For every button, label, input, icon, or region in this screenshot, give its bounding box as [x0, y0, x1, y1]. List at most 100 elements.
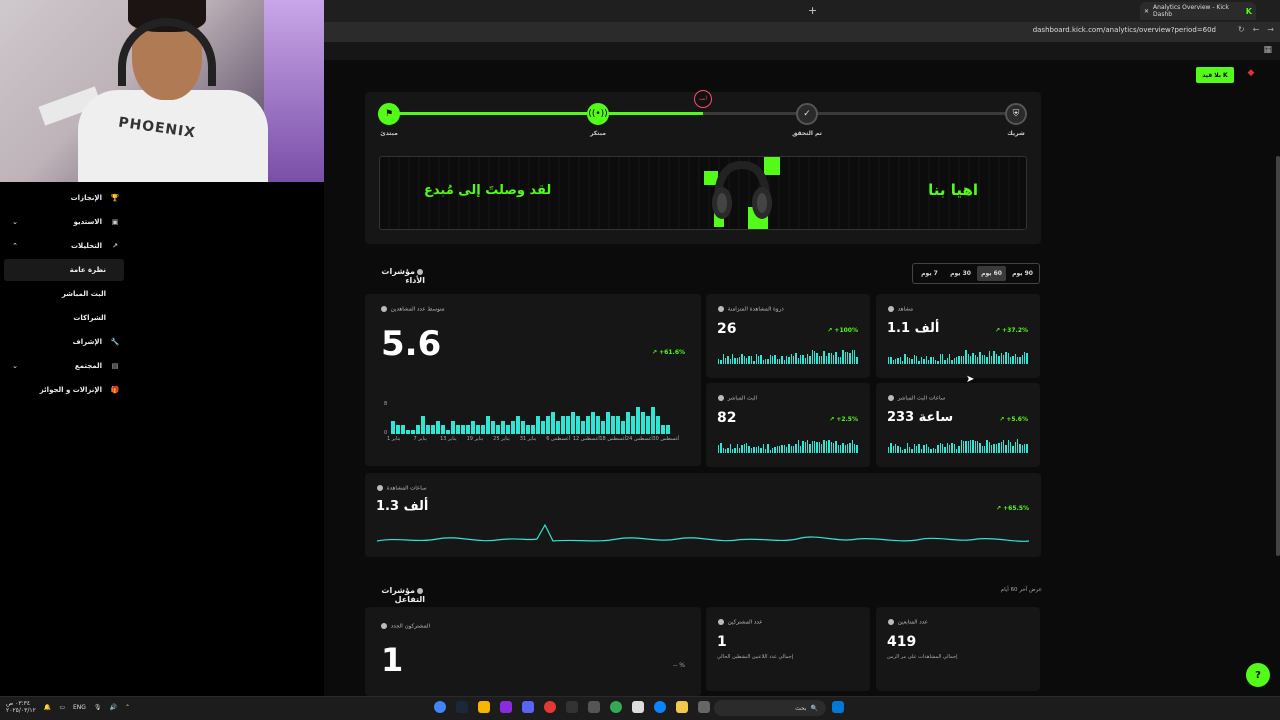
- info-icon[interactable]: [417, 268, 423, 275]
- app-icon[interactable]: [478, 701, 490, 713]
- kick-upgrade-button[interactable]: بلا قيد K: [1196, 67, 1234, 83]
- info-icon[interactable]: [888, 619, 894, 625]
- app-icon[interactable]: [698, 701, 710, 713]
- chrome-icon[interactable]: [610, 701, 622, 713]
- store-icon[interactable]: [632, 701, 644, 713]
- progress-track-fill: [388, 112, 703, 115]
- peak-viewers-card[interactable]: ذروة المشاهدة المتزامنة 26 ↗ +100%: [706, 294, 870, 378]
- info-icon[interactable]: [377, 485, 383, 491]
- new-subs-card[interactable]: المشتركون الجدد 1 -- %: [365, 607, 701, 696]
- sidebar-item-community[interactable]: ▤ المجتمع ⌄: [10, 355, 124, 377]
- avg-viewers-bar: [401, 425, 405, 434]
- watch-hours-card[interactable]: ساعات المشاهدة 1.3 ألف ↗ +65.5%: [365, 473, 1041, 557]
- views-card[interactable]: مشاهد 1.1 ألف ↗ +37.2%: [876, 294, 1040, 378]
- sparkline-bar: [979, 352, 981, 364]
- url-text[interactable]: dashboard.kick.com/analytics/overview?pe…: [1033, 26, 1216, 34]
- stream-hours-card[interactable]: ساعات البث المباشر 233 ساعة ↗ +5.6%: [876, 383, 1040, 467]
- period-60[interactable]: 60 يوم: [977, 266, 1006, 281]
- app-icon[interactable]: [500, 701, 512, 713]
- period-90[interactable]: 90 يوم: [1008, 266, 1037, 281]
- app-icon[interactable]: [566, 701, 578, 713]
- sidebar-item-livestream[interactable]: البث المباشر: [4, 283, 124, 305]
- sparkline-bar: [1007, 353, 1009, 364]
- performance-title: مؤشرات الأداء: [365, 267, 425, 285]
- followers-value: 419: [887, 634, 917, 650]
- peak-viewers-label: ذروة المشاهدة المتزامنة: [716, 306, 784, 313]
- sidebar-item-partnerships[interactable]: الشراكات: [4, 307, 124, 329]
- sidebar-item-achievements[interactable]: 🏆 الإنجازات: [10, 187, 124, 209]
- sparkline-bar: [1012, 446, 1014, 453]
- sparkline-bar: [795, 444, 797, 453]
- check-icon: ✓: [796, 103, 818, 125]
- sidebar-item-drops[interactable]: 🎁 الإنزالات و الجوائز: [10, 379, 124, 401]
- steam-icon[interactable]: [456, 701, 468, 713]
- browser-tab[interactable]: ✕ Analytics Overview - Kick Dashb K: [1140, 2, 1256, 20]
- sparkline-bar: [953, 444, 955, 453]
- subscribers-card[interactable]: عدد المشتركين 1 إجمالي عدد اللاعبين النش…: [706, 607, 870, 691]
- period-30[interactable]: 30 يوم: [946, 266, 975, 281]
- info-icon[interactable]: [381, 623, 387, 629]
- sparkline-bar: [897, 446, 899, 453]
- info-icon[interactable]: [381, 306, 387, 312]
- info-icon[interactable]: [888, 306, 894, 312]
- avg-viewers-card[interactable]: متوسط عدد المشاهدين 5.6 ↗ +61.6% 8 0 ينا…: [365, 294, 701, 466]
- sidebar-item-studio[interactable]: ▣ الاستديو ⌄: [10, 211, 124, 233]
- discord-icon[interactable]: [522, 701, 534, 713]
- sparkline-bar: [925, 356, 927, 364]
- sparkline-bar: [785, 356, 788, 364]
- avg-viewers-bar: [456, 425, 460, 434]
- info-icon[interactable]: [718, 306, 724, 312]
- volume-icon[interactable]: 🔊: [110, 704, 117, 711]
- info-icon[interactable]: [718, 395, 724, 401]
- info-icon[interactable]: [718, 619, 724, 625]
- live-streams-card[interactable]: البث المباشر 82 ↗ +2.5%: [706, 383, 870, 467]
- sparkline-bar: [911, 359, 913, 364]
- info-icon[interactable]: [417, 587, 423, 594]
- help-chat-icon[interactable]: ?: [1246, 663, 1270, 687]
- edge-icon[interactable]: [654, 701, 666, 713]
- new-tab-icon[interactable]: +: [808, 4, 817, 17]
- info-icon[interactable]: [888, 395, 894, 401]
- forward-icon[interactable]: →: [1267, 25, 1274, 34]
- sidebar-item-analytics[interactable]: ↗ التحليلات ⌃: [10, 235, 124, 257]
- watch-hours-value: 1.3 ألف: [376, 499, 429, 514]
- period-7[interactable]: 7 يوم: [915, 266, 944, 281]
- sparkline-bar: [783, 445, 785, 453]
- mouse-cursor-icon: ➤: [966, 374, 975, 385]
- step-label-beginner: مبتدئ: [380, 130, 398, 137]
- taskbar-search[interactable]: بحث 🔍: [714, 700, 826, 716]
- scrollbar[interactable]: [1276, 156, 1280, 556]
- chevron-up-icon[interactable]: ⌃: [125, 704, 130, 711]
- chrome-icon[interactable]: [434, 701, 446, 713]
- language-indicator[interactable]: ENG: [73, 704, 86, 711]
- close-tab-icon[interactable]: ✕: [1144, 8, 1149, 15]
- app-icon[interactable]: [588, 701, 600, 713]
- reload-icon[interactable]: ↻: [1238, 25, 1245, 34]
- windows-start-icon[interactable]: [832, 701, 844, 713]
- sparkline-bar: [911, 449, 913, 453]
- sparkline-bar: [753, 361, 755, 364]
- extensions-icon[interactable]: ▦: [1263, 45, 1272, 55]
- sidebar-item-moderation[interactable]: 🔧 الإشراف: [10, 331, 124, 353]
- obs-icon[interactable]: [544, 701, 556, 713]
- bell-icon[interactable]: 🔔: [44, 704, 51, 711]
- mic-icon[interactable]: 🎙: [94, 704, 102, 711]
- user-avatar[interactable]: ◆: [1244, 68, 1258, 82]
- back-icon[interactable]: ←: [1253, 25, 1260, 34]
- sparkline-bar: [1005, 352, 1007, 364]
- sparkline-bar: [1000, 442, 1002, 453]
- avg-viewers-label: متوسط عدد المشاهدين: [379, 306, 445, 313]
- sparkline-bar: [722, 354, 725, 364]
- clock[interactable]: ٠٣:٣٤ ص ٢٠٢٥/٠٣/١٢: [6, 700, 36, 714]
- folder-icon[interactable]: [676, 701, 688, 713]
- display-icon[interactable]: ▭: [59, 704, 65, 711]
- sparkline-bar: [736, 358, 739, 364]
- period-selector: 90 يوم 60 يوم 30 يوم 7 يوم: [912, 263, 1040, 284]
- sparkline-bar: [888, 447, 890, 453]
- sparkline-bar: [909, 447, 911, 453]
- followers-card[interactable]: عدد المتابعين 419 إجمالي المشاهدات على م…: [876, 607, 1040, 691]
- sparkline-bar: [727, 356, 729, 364]
- avg-viewers-bar: [661, 425, 665, 434]
- sidebar-item-overview[interactable]: نظرة عامة: [4, 259, 124, 281]
- headphones: [118, 18, 216, 86]
